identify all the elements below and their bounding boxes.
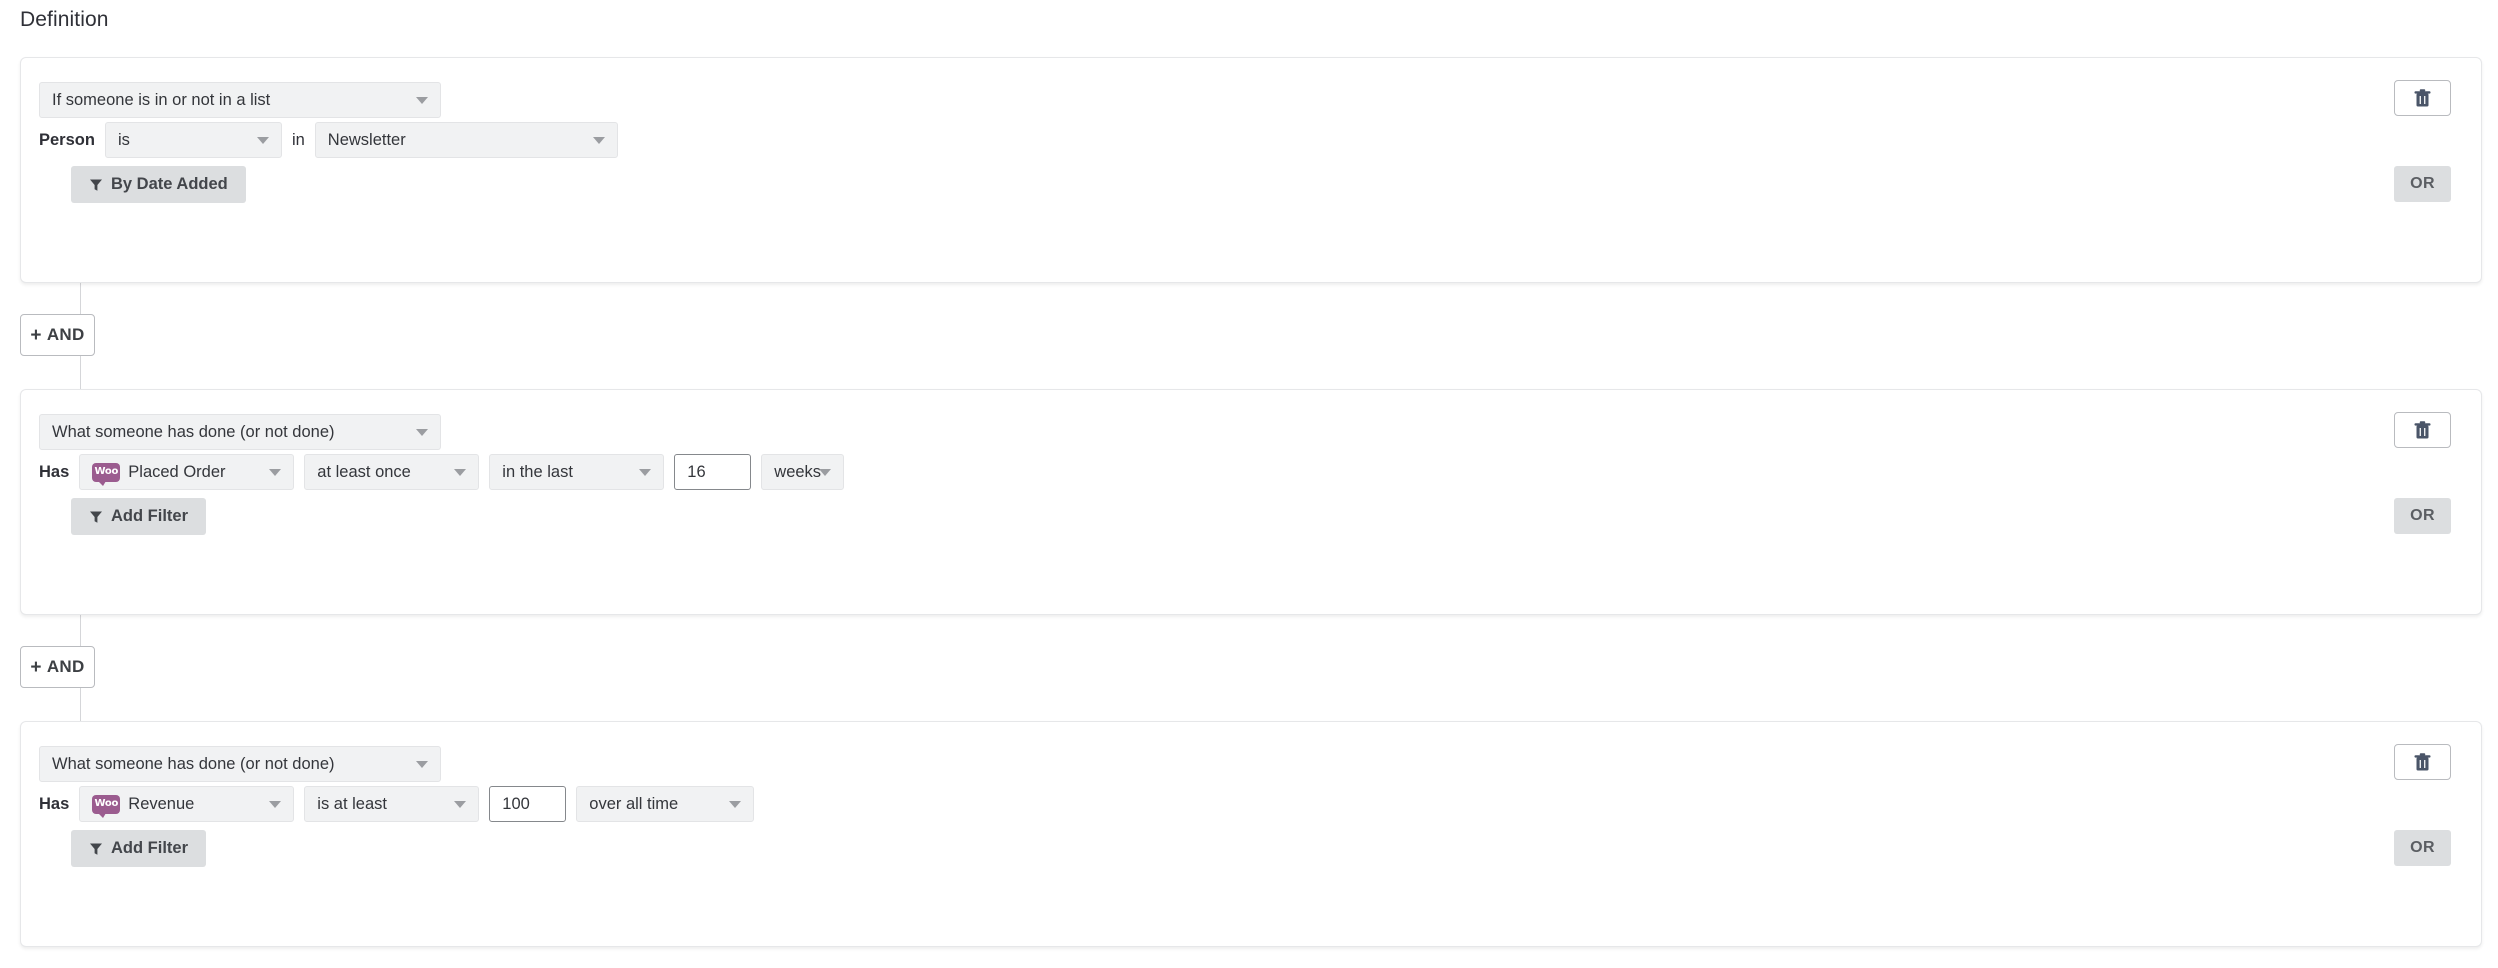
or-button-2[interactable]: OR <box>2394 498 2451 534</box>
chevron-down-icon <box>454 469 467 476</box>
condition-detail-row-3: Has Woo Revenue is at least 100 over all… <box>39 786 755 822</box>
by-date-added-button[interactable]: By Date Added <box>71 166 246 203</box>
timeframe-select-3[interactable]: over all time <box>576 786 755 822</box>
chevron-down-icon <box>454 801 467 808</box>
unit-select-2[interactable]: weeks <box>761 454 845 490</box>
person-operator-value: is <box>117 130 130 149</box>
plus-icon: + <box>30 324 42 346</box>
condition-card-3: What someone has done (or not done) Has … <box>20 721 2482 947</box>
condition-detail-row-1: Person is in Newsletter <box>39 122 618 158</box>
chevron-down-icon <box>592 137 605 144</box>
frequency-select-2[interactable]: at least once <box>304 454 480 490</box>
add-filter-button-3[interactable]: Add Filter <box>71 830 206 867</box>
amount-value: 100 <box>502 794 530 813</box>
chevron-down-icon <box>639 469 652 476</box>
page-title: Definition <box>20 8 109 31</box>
list-select[interactable]: Newsletter <box>314 122 618 158</box>
chevron-down-icon <box>416 761 428 768</box>
condition-type-select-3[interactable]: What someone has done (or not done) <box>39 746 441 782</box>
condition-card-1: If someone is in or not in a list Person… <box>20 57 2482 283</box>
trash-icon <box>2414 752 2431 770</box>
add-and-condition-button-2[interactable]: + AND <box>20 646 95 688</box>
condition-card-2: What someone has done (or not done) Has … <box>20 389 2482 615</box>
segment-definition-builder: Definition + AND + AND If someone is in … <box>0 0 2498 968</box>
delete-condition-button-2[interactable] <box>2394 412 2451 448</box>
trash-icon <box>2414 420 2431 438</box>
woocommerce-icon: Woo <box>92 794 121 818</box>
delete-condition-button-1[interactable] <box>2394 80 2451 116</box>
list-value: Newsletter <box>327 130 406 149</box>
or-label: OR <box>2410 507 2435 524</box>
condition-type-row: What someone has done (or not done) <box>39 414 441 450</box>
condition-type-value: If someone is in or not in a list <box>52 90 271 109</box>
amount-input-3[interactable]: 100 <box>489 786 567 822</box>
person-label: Person <box>39 130 95 149</box>
has-label: Has <box>39 794 70 813</box>
amount-value: 16 <box>687 462 706 481</box>
delete-condition-button-3[interactable] <box>2394 744 2451 780</box>
or-label: OR <box>2410 839 2435 856</box>
filter-funnel-icon <box>89 178 103 192</box>
condition-type-select-1[interactable]: If someone is in or not in a list <box>39 82 441 118</box>
metric-select-2[interactable]: Woo Placed Order <box>79 454 295 490</box>
has-label: Has <box>39 462 70 481</box>
add-filter-label: Add Filter <box>111 507 188 525</box>
filter-row-2: Add Filter <box>71 498 206 535</box>
chevron-down-icon <box>729 801 742 808</box>
add-filter-label: Add Filter <box>111 839 188 857</box>
frequency-select-3[interactable]: is at least <box>304 786 480 822</box>
and-label: AND <box>46 657 85 676</box>
condition-type-row: What someone has done (or not done) <box>39 746 441 782</box>
filter-funnel-icon <box>89 842 103 856</box>
condition-type-value: What someone has done (or not done) <box>52 422 335 441</box>
and-label: AND <box>46 325 85 344</box>
or-label: OR <box>2410 175 2435 192</box>
chevron-down-icon <box>269 801 282 808</box>
frequency-value: at least once <box>317 462 411 481</box>
woo-badge-text: Woo <box>94 466 119 477</box>
or-button-3[interactable]: OR <box>2394 830 2451 866</box>
person-operator-select[interactable]: is <box>104 122 282 158</box>
woo-badge-text: Woo <box>94 798 119 809</box>
trash-icon <box>2414 88 2431 106</box>
chevron-down-icon <box>269 469 282 476</box>
or-button-1[interactable]: OR <box>2394 166 2451 202</box>
filter-row-1: By Date Added <box>71 166 246 203</box>
chevron-down-icon <box>416 97 428 104</box>
chevron-down-icon <box>256 137 269 144</box>
chevron-down-icon <box>416 429 428 436</box>
condition-detail-row-2: Has Woo Placed Order at least once in th… <box>39 454 845 490</box>
chevron-down-icon <box>819 469 832 476</box>
unit-value: weeks <box>774 462 822 481</box>
in-label: in <box>291 130 305 149</box>
amount-input-2[interactable]: 16 <box>674 454 752 490</box>
filter-row-3: Add Filter <box>71 830 206 867</box>
plus-icon: + <box>30 656 42 678</box>
condition-type-value: What someone has done (or not done) <box>52 754 335 773</box>
metric-value: Placed Order <box>128 462 226 481</box>
by-date-added-label: By Date Added <box>111 175 228 193</box>
timeframe-value: in the last <box>502 462 573 481</box>
woocommerce-icon: Woo <box>92 462 121 486</box>
condition-type-row: If someone is in or not in a list <box>39 82 441 118</box>
condition-type-select-2[interactable]: What someone has done (or not done) <box>39 414 441 450</box>
timeframe-value: over all time <box>589 794 679 813</box>
metric-value: Revenue <box>128 794 195 813</box>
add-and-condition-button-1[interactable]: + AND <box>20 314 95 356</box>
frequency-value: is at least <box>317 794 387 813</box>
filter-funnel-icon <box>89 510 103 524</box>
metric-select-3[interactable]: Woo Revenue <box>79 786 295 822</box>
timeframe-select-2[interactable]: in the last <box>489 454 665 490</box>
add-filter-button-2[interactable]: Add Filter <box>71 498 206 535</box>
